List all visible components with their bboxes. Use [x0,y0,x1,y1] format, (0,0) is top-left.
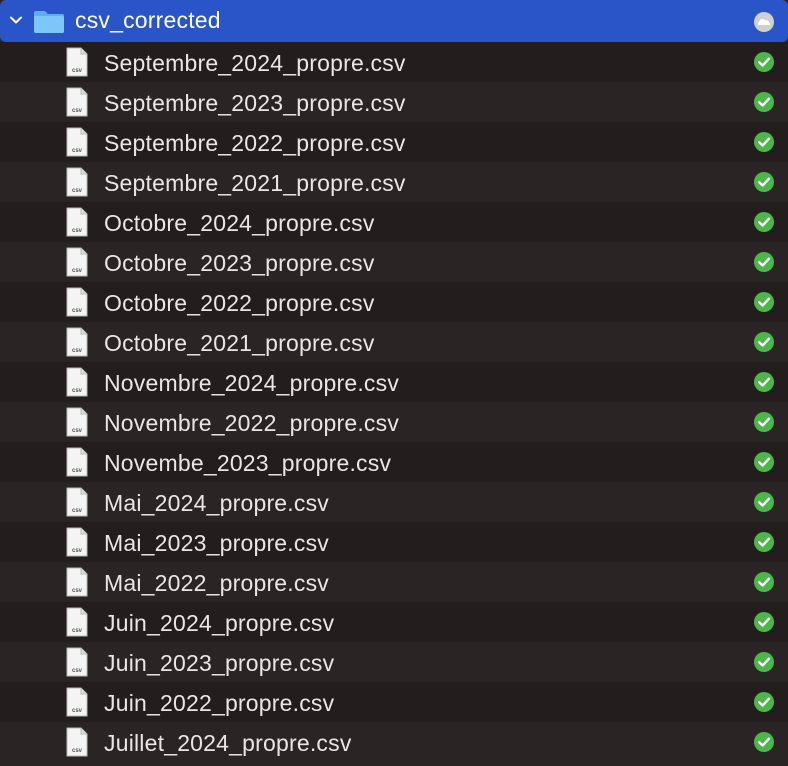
check-icon [754,692,774,712]
file-icon-label: csv [72,188,83,194]
check-icon [754,412,774,432]
file-row[interactable]: csv Juin_2022_propre.csv [0,682,788,722]
check-icon [754,652,774,672]
file-row[interactable]: csv Septembre_2021_propre.csv [0,162,788,202]
folder-name[interactable]: csv_corrected [75,7,221,34]
file-row[interactable]: csv Novembre_2022_propre.csv [0,402,788,442]
file-row[interactable]: csv Octobre_2022_propre.csv [0,282,788,322]
file-icon-label: csv [72,668,83,674]
check-icon [754,532,774,552]
file-row[interactable]: csv Novembe_2023_propre.csv [0,442,788,482]
file-icon-label: csv [72,588,83,594]
csv-file-icon: csv [66,727,88,757]
csv-file-icon: csv [66,87,88,117]
file-row[interactable]: csv Octobre_2024_propre.csv [0,202,788,242]
file-name[interactable]: Juillet_2024_propre.csv [104,730,352,757]
file-icon-label: csv [72,228,83,234]
csv-file-icon: csv [66,367,88,397]
file-row[interactable]: csv Novembre_2024_propre.csv [0,362,788,402]
file-icon-label: csv [72,268,83,274]
chevron-down-icon[interactable] [9,13,23,27]
file-row[interactable]: csv Juin_2023_propre.csv [0,642,788,682]
csv-file-icon: csv [66,487,88,517]
file-name[interactable]: Mai_2024_propre.csv [104,490,329,517]
file-icon-label: csv [72,548,83,554]
csv-file-icon: csv [66,607,88,637]
check-icon [754,372,774,392]
file-name[interactable]: Septembre_2023_propre.csv [104,90,406,117]
file-icon-label: csv [72,68,83,74]
csv-file-icon: csv [66,407,88,437]
file-row[interactable]: csv Septembre_2024_propre.csv [0,42,788,82]
file-row[interactable]: csv Mai_2022_propre.csv [0,562,788,602]
file-name[interactable]: Novembre_2024_propre.csv [104,370,399,397]
file-name[interactable]: Septembre_2021_propre.csv [104,170,406,197]
file-row[interactable]: csv Juin_2024_propre.csv [0,602,788,642]
file-icon-label: csv [72,388,83,394]
check-icon [754,492,774,512]
file-row[interactable]: csv Mai_2023_propre.csv [0,522,788,562]
check-icon [754,132,774,152]
file-name[interactable]: Septembre_2022_propre.csv [104,130,406,157]
file-icon-label: csv [72,508,83,514]
file-icon-label: csv [72,108,83,114]
file-name[interactable]: Mai_2022_propre.csv [104,570,329,597]
check-icon [754,292,774,312]
csv-file-icon: csv [66,647,88,677]
file-row[interactable]: csv Septembre_2023_propre.csv [0,82,788,122]
check-icon [754,452,774,472]
csv-file-icon: csv [66,167,88,197]
check-icon [754,612,774,632]
csv-file-icon: csv [66,287,88,317]
file-row[interactable]: csv Mai_2024_propre.csv [0,482,788,522]
file-icon-label: csv [72,628,83,634]
file-name[interactable]: Juin_2022_propre.csv [104,690,334,717]
check-icon [754,92,774,112]
check-icon [754,212,774,232]
check-icon [754,52,774,72]
check-icon [754,732,774,752]
csv-file-icon: csv [66,207,88,237]
file-icon-label: csv [72,468,83,474]
file-icon-label: csv [72,748,83,754]
csv-file-icon: csv [66,327,88,357]
file-name[interactable]: Novembre_2022_propre.csv [104,410,399,437]
file-icon-label: csv [72,308,83,314]
file-name[interactable]: Octobre_2021_propre.csv [104,330,375,357]
folder-icon [34,11,64,33]
file-icon-label: csv [72,148,83,154]
file-row[interactable]: csv Octobre_2021_propre.csv [0,322,788,362]
file-name[interactable]: Septembre_2024_propre.csv [104,50,406,77]
file-name[interactable]: Octobre_2024_propre.csv [104,210,375,237]
file-name[interactable]: Mai_2023_propre.csv [104,530,329,557]
file-name[interactable]: Octobre_2022_propre.csv [104,290,375,317]
file-list: csv_corrected csv Septembre_2024_propre.c… [0,0,788,766]
csv-file-icon: csv [66,687,88,717]
csv-file-icon: csv [66,527,88,557]
folder-row-csv-corrected[interactable]: csv_corrected [0,0,788,42]
csv-file-icon: csv [66,47,88,77]
check-icon [754,172,774,192]
check-icon [754,572,774,592]
check-icon [754,252,774,272]
check-icon [754,332,774,352]
file-icon-label: csv [72,428,83,434]
cloud-icon [754,12,774,32]
csv-file-icon: csv [66,127,88,157]
file-name[interactable]: Octobre_2023_propre.csv [104,250,375,277]
file-name[interactable]: Juin_2024_propre.csv [104,610,334,637]
file-row[interactable]: csv Septembre_2022_propre.csv [0,122,788,162]
csv-file-icon: csv [66,567,88,597]
csv-file-icon: csv [66,247,88,277]
file-icon-label: csv [72,348,83,354]
file-icon-label: csv [72,708,83,714]
file-row[interactable]: csv Juillet_2024_propre.csv [0,722,788,762]
file-row[interactable]: csv Octobre_2023_propre.csv [0,242,788,282]
csv-file-icon: csv [66,447,88,477]
file-name[interactable]: Novembe_2023_propre.csv [104,450,391,477]
file-name[interactable]: Juin_2023_propre.csv [104,650,334,677]
